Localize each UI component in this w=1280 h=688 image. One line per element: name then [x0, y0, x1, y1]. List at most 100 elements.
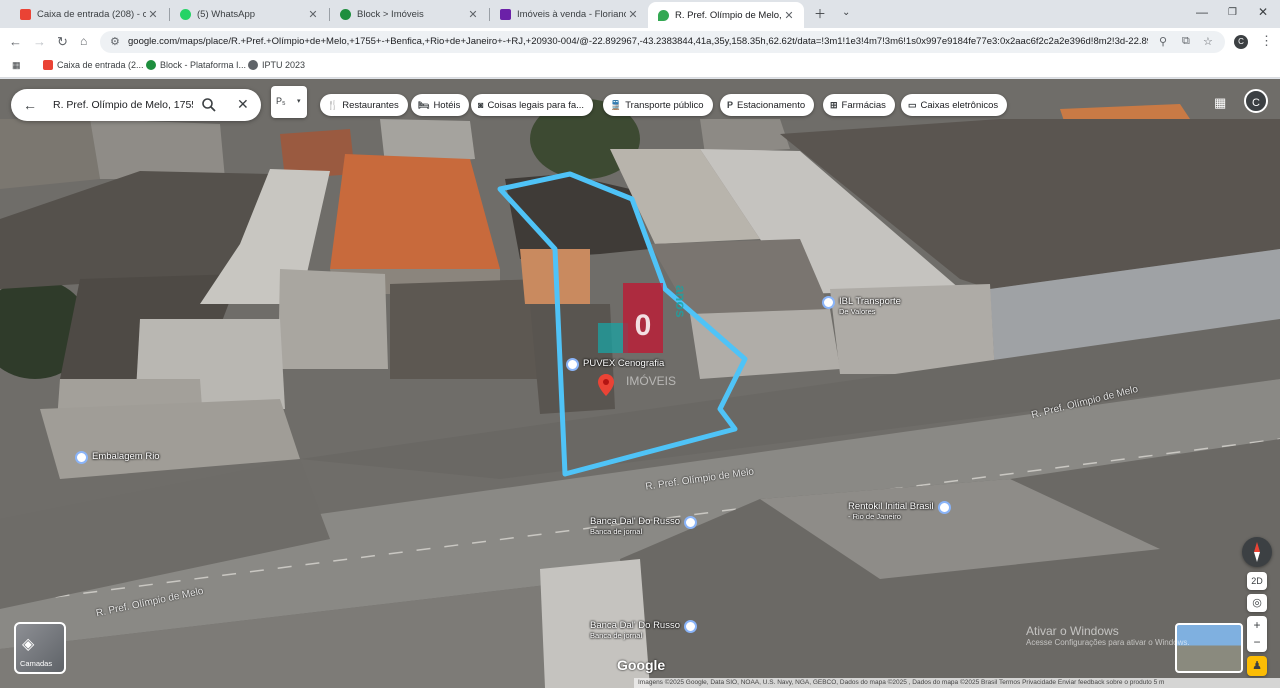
maps-search-box[interactable]: ← R. Pref. Olímpio de Melo, 1755 ✕ [11, 89, 261, 121]
close-icon[interactable]: ✕ [146, 8, 160, 21]
block-icon [146, 60, 156, 70]
browser-toolbar: ← → ↻ ⌂ ⚙ google.com/maps/place/R.+Pref.… [0, 28, 1280, 56]
search-input[interactable]: R. Pref. Olímpio de Melo, 1755 [53, 99, 193, 111]
place-category: De Valores [839, 307, 876, 316]
menu-kebab-icon[interactable]: ⋮ [1260, 33, 1273, 49]
account-avatar[interactable]: C [1244, 89, 1268, 113]
gmail-icon [43, 60, 53, 70]
google-apps-grid-icon[interactable]: ▦ [1214, 95, 1226, 111]
tab-maps[interactable]: R. Pref. Olímpio de Melo, 1755 ✕ [648, 2, 804, 28]
chip-label: Hotéis [433, 99, 461, 111]
chip-label: Estacionamento [737, 99, 806, 111]
url-text[interactable]: google.com/maps/place/R.+Pref.+Olímpio+d… [128, 36, 1148, 47]
place-name: Banca Dal' Do Russo [590, 620, 680, 631]
place-marker[interactable]: PUVEX Cenografia [566, 358, 664, 371]
bookmark-label: IPTU 2023 [262, 60, 306, 70]
pegman-icon[interactable]: ♟ [1247, 656, 1267, 676]
home-icon[interactable]: ⌂ [80, 34, 87, 48]
chip-label: Caixas eletrônicos [920, 99, 999, 111]
bookmark-block[interactable]: Block - Plataforma I... [146, 60, 246, 70]
close-icon[interactable]: ✕ [782, 9, 796, 22]
chip-coisas-legais[interactable]: ◙ Coisas legais para fa... [471, 94, 594, 116]
place-pin-icon [822, 296, 835, 309]
tab-gmail[interactable]: Caixa de entrada (208) - claudi ✕ [10, 2, 168, 26]
tab-imoveis[interactable]: Imóveis à venda - Florianópolis ✕ [490, 2, 648, 26]
place-marker[interactable]: Banca Dal' Do Russo Banca de jornal [590, 620, 701, 640]
tab-block[interactable]: Block > Imóveis ✕ [330, 2, 488, 26]
tab-label: (5) WhatsApp [197, 8, 256, 20]
zoom-in-icon[interactable]: + [1247, 616, 1267, 634]
parking-icon: P [727, 100, 734, 110]
bookmark-star-icon[interactable]: ☆ [1203, 35, 1213, 48]
train-icon: 🚆 [610, 99, 622, 110]
pharmacy-icon: ⊞ [830, 99, 838, 110]
back-arrow-icon[interactable]: ← [9, 34, 22, 49]
compass-icon[interactable] [1242, 537, 1272, 567]
place-name: PUVEX Cenografia [583, 358, 665, 369]
close-icon[interactable]: ✕ [237, 96, 249, 113]
close-icon[interactable]: ✕ [306, 8, 320, 21]
back-arrow-icon[interactable]: ← [23, 97, 37, 113]
tab-whatsapp[interactable]: (5) WhatsApp ✕ [170, 2, 328, 26]
chip-farmacias[interactable]: ⊞ Farmácias [823, 94, 895, 116]
selected-location-pin-icon[interactable] [598, 374, 614, 396]
reload-icon[interactable]: ↻ [57, 34, 68, 50]
watermark-title: Ativar o Windows [1026, 624, 1119, 638]
watermark-text: IMÓVEIS [626, 373, 676, 388]
layers-toggle[interactable]: ◈ Camadas [14, 622, 66, 674]
globe-icon [248, 60, 258, 70]
site-info-icon[interactable]: ⚙ [110, 35, 120, 48]
place-pin-icon [566, 358, 579, 371]
place-marker[interactable]: Rentokil Initial Brasil - Rio de Janeiro [848, 501, 955, 521]
camera-icon: ◙ [478, 100, 484, 110]
watermark-side-text: anos [673, 285, 688, 318]
imoveis-site-icon [500, 8, 511, 20]
apps-grid-icon[interactable]: ▦ [12, 60, 21, 71]
search-icon[interactable] [201, 97, 217, 113]
new-tab-icon[interactable]: ＋ [814, 5, 826, 22]
tab-label: Imóveis à venda - Florianópolis [517, 8, 626, 20]
install-app-icon[interactable]: ⧉ [1182, 35, 1190, 48]
location-icon[interactable]: ⚲ [1159, 35, 1167, 48]
tab-label: R. Pref. Olímpio de Melo, 1755 [675, 9, 782, 21]
close-icon[interactable]: ✕ [626, 8, 640, 21]
bookmark-label: Caixa de entrada (2... [57, 60, 144, 70]
forward-arrow-icon[interactable]: → [33, 34, 46, 49]
tilt-2d-button[interactable]: 2D [1247, 572, 1267, 590]
chip-caixas-eletronicos[interactable]: ▭ Caixas eletrônicos [901, 94, 1008, 116]
chip-label: Transporte público [625, 99, 704, 111]
chip-restaurantes[interactable]: 🍴 Restaurantes [320, 94, 408, 116]
tab-label: Caixa de entrada (208) - claudi [37, 8, 146, 20]
zoom-controls: + − [1247, 616, 1267, 652]
map-attribution: Imagens ©2025 Google, Data SIO, NOAA, U.… [634, 678, 1280, 688]
place-marker[interactable]: Embalagem Rio [75, 451, 160, 464]
place-marker[interactable]: IBL Transporte De Valores [822, 296, 901, 316]
minimize-icon[interactable]: — [1196, 5, 1208, 19]
watermark-subtitle: Acesse Configurações para ativar o Windo… [1026, 638, 1190, 647]
tab-search-chevron-icon[interactable]: ⌄ [842, 7, 850, 18]
maps-pin-icon [658, 9, 669, 21]
chip-hoteis[interactable]: 🛏 Hotéis [411, 94, 470, 116]
close-icon[interactable]: ✕ [466, 8, 480, 21]
dropdown-label: P₅ [276, 96, 286, 106]
block-icon [340, 8, 351, 20]
place-marker[interactable]: Banca Dal' Do Russo Banca de jornal [590, 516, 701, 536]
zoom-out-icon[interactable]: − [1247, 634, 1267, 652]
layers-label: Camadas [20, 659, 53, 668]
bookmark-gmail[interactable]: Caixa de entrada (2... [43, 60, 144, 70]
my-location-icon[interactable]: ◎ [1247, 594, 1267, 612]
window-close-icon[interactable]: ✕ [1258, 5, 1268, 19]
place-name: Banca Dal' Do Russo [590, 516, 680, 527]
place-type-dropdown[interactable]: P₅ ▾ [271, 86, 307, 118]
atm-icon: ▭ [908, 99, 917, 110]
chip-estacionamento[interactable]: P Estacionamento [720, 94, 815, 116]
map-viewport[interactable]: 0 anos IMÓVEIS ← R. Pref. Olímpio de Mel… [0, 79, 1280, 688]
bookmark-iptu[interactable]: IPTU 2023 [248, 60, 305, 70]
restore-icon[interactable]: ❐ [1228, 7, 1237, 18]
chip-transporte-publico[interactable]: 🚆 Transporte público [603, 94, 713, 116]
address-bar[interactable]: ⚙ google.com/maps/place/R.+Pref.+Olímpio… [100, 31, 1225, 53]
profile-avatar[interactable]: C [1234, 35, 1248, 49]
place-pin-icon [937, 501, 951, 514]
dropdown-caret-icon: ▾ [297, 98, 301, 105]
bookmark-label: Block - Plataforma I... [160, 60, 247, 70]
